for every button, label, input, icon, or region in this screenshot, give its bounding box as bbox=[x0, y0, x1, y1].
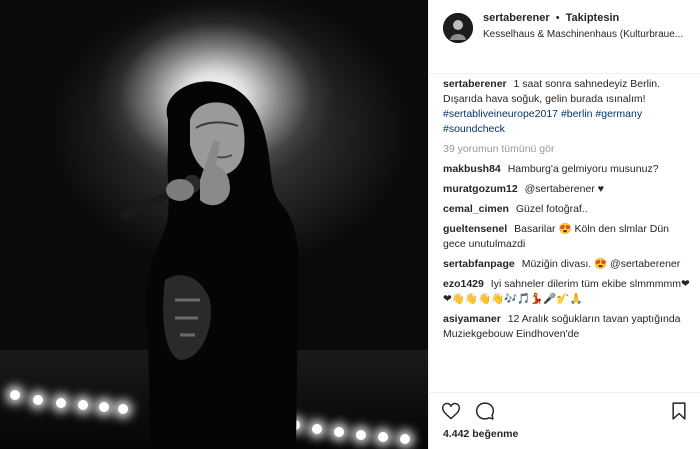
comment-username[interactable]: asiyamaner bbox=[443, 313, 501, 325]
comments-list[interactable]: sertaberener 1 saat sonra sahnedeyiz Ber… bbox=[429, 76, 700, 392]
comment-text: @sertaberener ♥ bbox=[524, 183, 604, 195]
caption-username[interactable]: sertaberener bbox=[443, 78, 507, 90]
action-bar bbox=[429, 392, 700, 422]
comment-item: makbush84 Hamburg'a gelmiyoru musunuz? bbox=[443, 162, 691, 177]
comment-username[interactable]: sertabfanpage bbox=[443, 258, 515, 270]
bookmark-icon[interactable] bbox=[669, 401, 689, 421]
instagram-post: sertaberener • Takiptesin Kesselhaus & M… bbox=[0, 0, 700, 449]
comment-item: asiyamaner 12 Aralık soğukların tavan ya… bbox=[443, 312, 691, 342]
comment-username[interactable]: makbush84 bbox=[443, 163, 501, 175]
comment-item: sertabfanpage Müziğin divası. 😍 @sertabe… bbox=[443, 257, 691, 272]
singer-silhouette bbox=[121, 81, 299, 449]
comment-text: Güzel fotoğraf.. bbox=[515, 203, 588, 215]
comment-username[interactable]: cemal_cimen bbox=[443, 203, 509, 215]
avatar-image bbox=[443, 13, 473, 43]
comment-item: ezo1429 Iyi sahneler dilerim tüm ekibe s… bbox=[443, 277, 691, 307]
avatar[interactable] bbox=[443, 13, 473, 43]
likes-count[interactable]: 4.442 beğenme bbox=[443, 428, 518, 440]
post-sidebar: sertaberener • Takiptesin Kesselhaus & M… bbox=[428, 0, 700, 449]
hashtag-link[interactable]: #soundcheck bbox=[443, 123, 505, 135]
separator-dot: • bbox=[555, 12, 560, 24]
comment-username[interactable]: gueltensenel bbox=[443, 223, 507, 235]
header-line: sertaberener • Takiptesin bbox=[483, 12, 695, 24]
header-username[interactable]: sertaberener bbox=[483, 12, 550, 24]
location-link[interactable]: Kesselhaus & Maschinenhaus (Kulturbraue.… bbox=[483, 29, 695, 40]
follow-status-button[interactable]: Takiptesin bbox=[566, 12, 620, 24]
post-photo[interactable] bbox=[0, 0, 428, 449]
view-all-comments-link[interactable]: 39 yorumun tümünü gör bbox=[443, 142, 691, 157]
comment-username[interactable]: ezo1429 bbox=[443, 278, 484, 290]
comment-username[interactable]: muratgozum12 bbox=[443, 183, 518, 195]
comment-text: Hamburg'a gelmiyoru musunuz? bbox=[507, 163, 659, 175]
header-text: sertaberener • Takiptesin Kesselhaus & M… bbox=[483, 10, 695, 40]
comment-item: muratgozum12 @sertaberener ♥ bbox=[443, 182, 691, 197]
hashtag-link[interactable]: #berlin bbox=[561, 108, 593, 120]
comment-text: Müziğin divası. 😍 @sertaberener bbox=[521, 258, 681, 270]
hashtag-link[interactable]: #germany bbox=[595, 108, 642, 120]
hashtag-link[interactable]: #sertabliveineurope2017 bbox=[443, 108, 558, 120]
comment-item: gueltensenel Basarilar 😍 Köln den slmlar… bbox=[443, 222, 691, 252]
post-header: sertaberener • Takiptesin Kesselhaus & M… bbox=[429, 0, 700, 74]
comment-item: cemal_cimen Güzel fotoğraf.. bbox=[443, 202, 691, 217]
caption: sertaberener 1 saat sonra sahnedeyiz Ber… bbox=[443, 77, 691, 137]
comment-icon[interactable] bbox=[475, 401, 495, 421]
heart-icon[interactable] bbox=[441, 401, 461, 421]
